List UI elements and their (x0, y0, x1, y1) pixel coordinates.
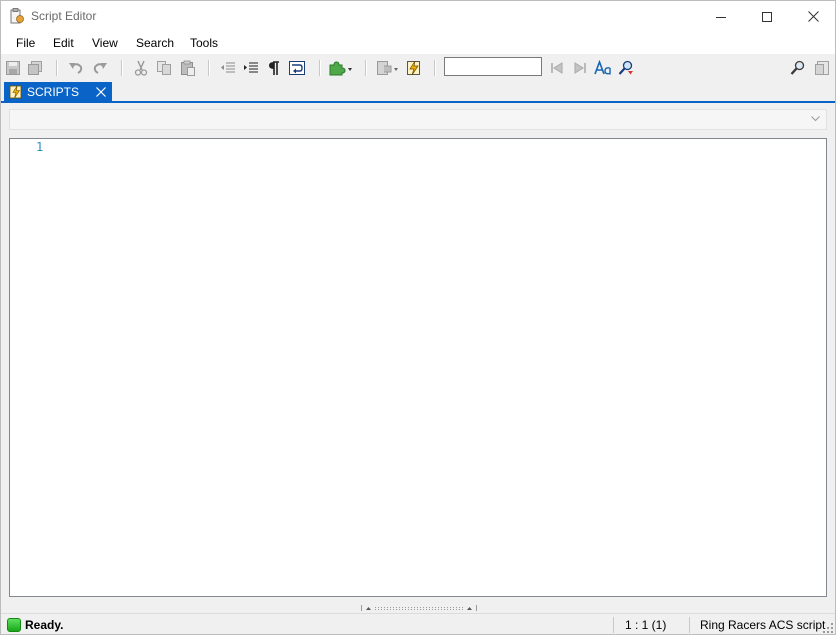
word-wrap-button[interactable] (289, 60, 305, 76)
script-language: Ring Racers ACS script (700, 618, 826, 632)
script-editor-window: Script Editor File Edit View Search Tool… (0, 0, 836, 635)
find-next-icon (574, 62, 586, 74)
script-selector-dropdown[interactable] (9, 109, 827, 130)
script-options-button[interactable] (814, 60, 830, 76)
find-next-button[interactable] (572, 60, 588, 76)
tab-underline (1, 101, 835, 103)
maximize-button[interactable] (744, 1, 790, 32)
tab-scripts[interactable]: SCRIPTS (4, 82, 112, 102)
toolbar (1, 54, 835, 82)
script-file-icon (9, 85, 22, 99)
toolbar-separator (319, 60, 321, 76)
script-editor-app-icon (10, 8, 24, 24)
maximize-icon (762, 11, 772, 22)
menu-file[interactable]: File (16, 36, 35, 50)
save-all-button[interactable] (27, 60, 43, 76)
unindent-button[interactable] (220, 60, 236, 76)
puzzle-piece-icon (329, 61, 352, 76)
search-input[interactable] (444, 57, 542, 76)
tab-scripts-label: SCRIPTS (27, 85, 80, 99)
toolbar-separator (56, 60, 58, 76)
tab-close-icon[interactable] (94, 85, 108, 99)
show-whitespace-button[interactable] (266, 60, 282, 76)
status-divider (613, 617, 614, 633)
snippets-dropdown-button[interactable] (329, 60, 353, 76)
find-replace-button[interactable] (618, 60, 634, 76)
undo-icon (69, 63, 83, 74)
match-case-button[interactable] (594, 60, 612, 76)
menu-bar: File Edit View Search Tools (1, 32, 835, 54)
toolbar-separator (121, 60, 123, 76)
find-replace-icon (618, 60, 633, 75)
status-ok-icon (7, 618, 21, 632)
close-icon (807, 11, 819, 22)
save-button[interactable] (5, 60, 21, 76)
toolbar-separator (208, 60, 210, 76)
paste-icon (181, 60, 195, 76)
paste-button[interactable] (180, 60, 196, 76)
compile-script-icon (407, 60, 420, 76)
toolbar-separator (434, 60, 436, 76)
menu-edit[interactable]: Edit (53, 36, 74, 50)
window-title: Script Editor (31, 9, 97, 23)
cursor-position: 1 : 1 (1) (625, 618, 667, 632)
document-settings-icon (815, 61, 829, 75)
indent-icon (244, 62, 258, 73)
minimize-icon (716, 16, 726, 18)
find-previous-button[interactable] (549, 60, 565, 76)
line-number: 1 (36, 140, 44, 154)
document-insert-icon (377, 61, 398, 75)
unindent-icon (221, 62, 235, 73)
copy-icon (157, 61, 171, 75)
menu-search[interactable]: Search (136, 36, 174, 50)
status-message: Ready. (25, 618, 64, 632)
search-button[interactable] (790, 60, 806, 76)
tab-strip: SCRIPTS (1, 82, 835, 103)
chevron-down-icon (811, 116, 820, 122)
menu-tools[interactable]: Tools (190, 36, 218, 50)
toolbar-separator (365, 60, 367, 76)
copy-button[interactable] (156, 60, 172, 76)
panel-splitter-handle[interactable] (361, 604, 477, 612)
compile-button[interactable] (406, 60, 422, 76)
cut-button[interactable] (133, 60, 149, 76)
redo-button[interactable] (92, 60, 108, 76)
find-previous-icon (551, 62, 563, 74)
close-button[interactable] (790, 1, 835, 32)
redo-icon (93, 63, 107, 74)
minimize-button[interactable] (698, 1, 744, 32)
save-all-icon (28, 61, 42, 75)
indent-button[interactable] (243, 60, 259, 76)
cut-icon (134, 60, 148, 76)
insert-dropdown-button[interactable] (376, 60, 400, 76)
undo-button[interactable] (68, 60, 84, 76)
word-wrap-icon (289, 61, 305, 75)
paragraph-mark-icon (269, 61, 279, 75)
resize-grip-icon[interactable] (823, 623, 833, 633)
magnifier-icon (790, 60, 805, 75)
save-icon (6, 61, 20, 75)
title-bar: Script Editor (1, 1, 835, 32)
menu-view[interactable]: View (92, 36, 118, 50)
status-bar: Ready. 1 : 1 (1) Ring Racers ACS script (1, 613, 835, 634)
status-divider (689, 617, 690, 633)
code-editor[interactable]: 1 (9, 138, 827, 597)
match-case-icon (594, 60, 611, 75)
